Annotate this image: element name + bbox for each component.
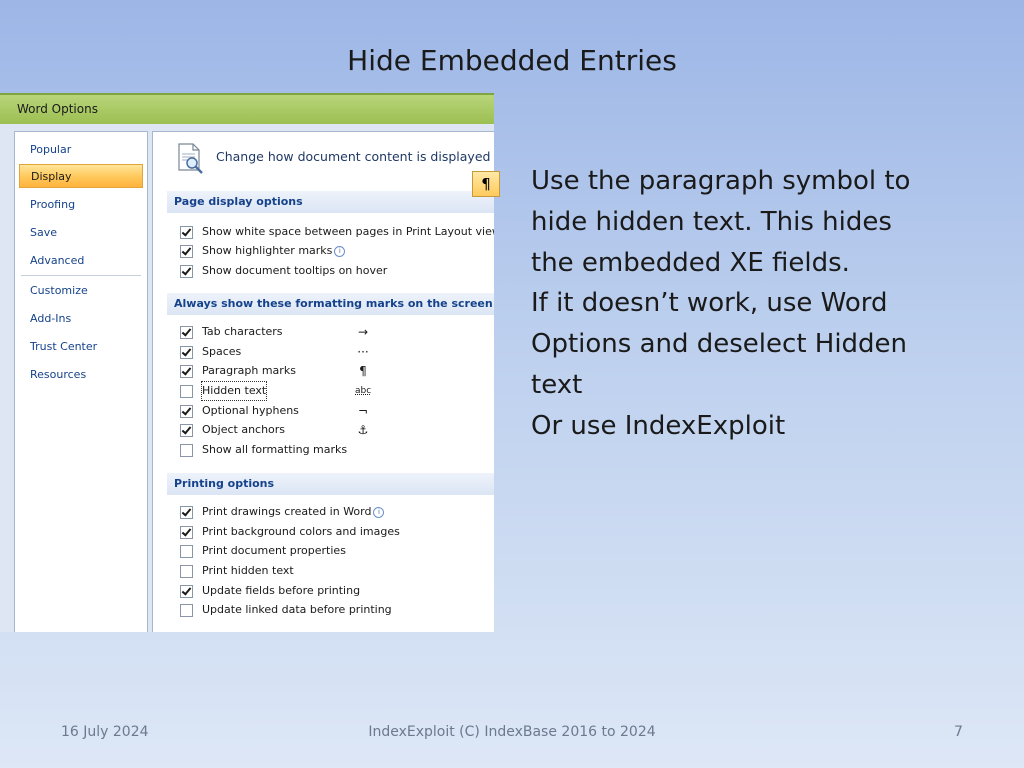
tab-arrow-icon: → bbox=[357, 325, 369, 339]
sidebar-item-popular[interactable]: Popular bbox=[19, 138, 143, 162]
checkbox-checked[interactable] bbox=[180, 265, 193, 278]
body-line: hide hidden text. This hides bbox=[531, 206, 892, 237]
checkbox-checked[interactable] bbox=[180, 226, 193, 239]
footer-page-number: 7 bbox=[954, 724, 963, 740]
sidebar-item-trust-center[interactable]: Trust Center bbox=[19, 335, 143, 359]
display-banner: Change how document content is displayed… bbox=[153, 132, 494, 186]
banner-text: Change how document content is displayed… bbox=[216, 149, 494, 164]
option-hidden-text[interactable]: Hidden text abc bbox=[180, 381, 494, 401]
body-line: If it doesn’t work, use Word bbox=[531, 288, 888, 319]
document-magnifier-icon bbox=[178, 143, 203, 174]
option-paragraph-marks[interactable]: Paragraph marks ¶ bbox=[180, 362, 494, 380]
checkbox-checked[interactable] bbox=[180, 326, 193, 339]
sidebar-item-customize[interactable]: Customize bbox=[19, 279, 143, 303]
option-print-document-properties[interactable]: Print document properties bbox=[180, 542, 494, 560]
space-dots-icon: ··· bbox=[357, 345, 369, 359]
sidebar-item-add-ins[interactable]: Add-Ins bbox=[19, 307, 143, 331]
info-icon: i bbox=[373, 507, 385, 518]
checkbox-unchecked[interactable] bbox=[180, 444, 193, 457]
sidebar-item-advanced[interactable]: Advanced bbox=[19, 249, 143, 273]
word-options-window: Word Options Popular Display Proofing Sa… bbox=[0, 93, 494, 632]
option-optional-hyphens[interactable]: Optional hyphens ¬ bbox=[180, 402, 494, 420]
checkbox-unchecked[interactable] bbox=[180, 385, 193, 398]
checkbox-checked[interactable] bbox=[180, 506, 193, 519]
checkbox-checked[interactable] bbox=[180, 424, 193, 437]
anchor-icon: ⚓ bbox=[357, 423, 369, 437]
option-print-background[interactable]: Print background colors and images bbox=[180, 523, 494, 541]
body-line: Or use IndexExploit bbox=[531, 410, 786, 441]
option-update-fields[interactable]: Update fields before printing bbox=[180, 582, 494, 600]
info-icon: i bbox=[334, 246, 346, 257]
checkbox-unchecked[interactable] bbox=[180, 565, 193, 578]
option-object-anchors[interactable]: Object anchors ⚓ bbox=[180, 421, 494, 439]
body-line: text bbox=[531, 369, 583, 400]
option-update-linked-data[interactable]: Update linked data before printing bbox=[180, 601, 494, 619]
body-line: Use the paragraph symbol to bbox=[531, 166, 911, 196]
window-title: Word Options bbox=[0, 93, 494, 124]
option-show-all-formatting-marks[interactable]: Show all formatting marks bbox=[180, 441, 494, 459]
slide-title: Hide Embedded Entries bbox=[347, 44, 677, 77]
checkbox-checked[interactable] bbox=[180, 346, 193, 359]
options-content: Change how document content is displayed… bbox=[152, 131, 494, 632]
sidebar-item-display[interactable]: Display bbox=[19, 164, 143, 188]
section-printing-options: Printing options bbox=[167, 473, 494, 495]
option-print-hidden-text[interactable]: Print hidden text bbox=[180, 562, 494, 580]
paragraph-toggle-button[interactable]: ¶ bbox=[472, 171, 500, 197]
option-spaces[interactable]: Spaces ··· bbox=[180, 343, 494, 361]
option-print-drawings[interactable]: Print drawings created in Word i bbox=[180, 503, 494, 521]
body-line: Options and deselect Hidden bbox=[531, 329, 908, 360]
sidebar-divider bbox=[21, 275, 141, 276]
checkbox-checked[interactable] bbox=[180, 365, 193, 378]
options-sidebar: Popular Display Proofing Save Advanced C… bbox=[14, 131, 148, 632]
section-page-display-options: Page display options bbox=[167, 191, 494, 213]
checkbox-checked[interactable] bbox=[180, 405, 193, 418]
option-show-document-tooltips[interactable]: Show document tooltips on hover bbox=[180, 262, 494, 280]
checkbox-checked[interactable] bbox=[180, 245, 193, 258]
footer-copyright: IndexExploit (C) IndexBase 2016 to 2024 bbox=[368, 724, 656, 740]
sidebar-item-resources[interactable]: Resources bbox=[19, 363, 143, 387]
option-tab-characters[interactable]: Tab characters → bbox=[180, 323, 494, 341]
hidden-text-icon: abc bbox=[355, 386, 372, 396]
optional-hyphen-icon: ¬ bbox=[357, 404, 369, 418]
section-formatting-marks: Always show these formatting marks on th… bbox=[167, 293, 494, 315]
sidebar-item-proofing[interactable]: Proofing bbox=[19, 193, 143, 217]
body-line: the embedded XE fields. bbox=[531, 247, 850, 278]
checkbox-unchecked[interactable] bbox=[180, 604, 193, 617]
checkbox-checked[interactable] bbox=[180, 526, 193, 539]
pilcrow-icon: ¶ bbox=[359, 364, 367, 378]
sidebar-item-save[interactable]: Save bbox=[19, 221, 143, 245]
slide-body: Use the paragraph symbol to hide hidden … bbox=[531, 161, 971, 447]
checkbox-checked[interactable] bbox=[180, 585, 193, 598]
option-show-white-space[interactable]: Show white space between pages in Print … bbox=[180, 223, 494, 241]
checkbox-unchecked[interactable] bbox=[180, 545, 193, 558]
option-show-highlighter-marks[interactable]: Show highlighter marks i bbox=[180, 242, 494, 260]
